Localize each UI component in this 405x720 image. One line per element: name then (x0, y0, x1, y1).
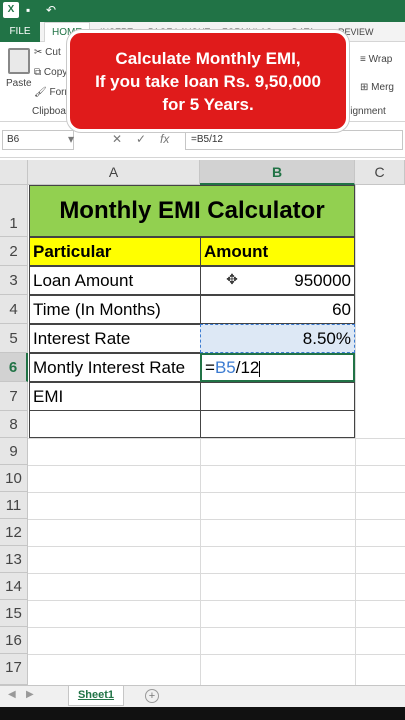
row-header[interactable]: 10 (0, 465, 28, 492)
status-bar (0, 707, 405, 720)
active-cell-b6[interactable]: =B5/12 (200, 353, 355, 382)
row-header[interactable]: 4 (0, 295, 28, 324)
row-header[interactable]: 8 (0, 411, 28, 438)
save-icon[interactable]: ▪ (26, 3, 30, 17)
empty-cell[interactable] (200, 410, 355, 438)
emi-banner: Calculate Monthly EMI, If you take loan … (67, 30, 349, 132)
loan-amount-label-cell[interactable]: Loan Amount (29, 266, 201, 295)
row-header[interactable]: 11 (0, 492, 28, 519)
row-header[interactable]: 15 (0, 600, 28, 627)
wrap-text-button[interactable]: ≡ Wrap (360, 54, 392, 65)
empty-cell[interactable] (29, 410, 201, 438)
cancel-icon[interactable]: ✕ (112, 132, 122, 146)
gridline (28, 573, 405, 574)
formula-rest: /12 (235, 358, 260, 377)
row-header-selected[interactable]: 6 (0, 353, 28, 382)
next-sheet-icon[interactable]: ▶ (26, 689, 34, 700)
column-header-b[interactable]: B (200, 160, 355, 185)
alignment-group-label: lignment (348, 106, 386, 117)
column-header-c[interactable]: C (355, 160, 405, 185)
cut-button[interactable]: ✂ Cut (34, 47, 61, 58)
add-sheet-icon[interactable]: + (145, 689, 159, 703)
column-header-a[interactable]: A (28, 160, 200, 185)
monthly-rate-label-cell[interactable]: Montly Interest Rate (29, 353, 201, 382)
name-box-dropdown-icon[interactable]: ▾ (68, 132, 74, 146)
header-cell-amount[interactable]: Amount (200, 237, 355, 266)
undo-icon[interactable]: ↶ (46, 3, 56, 17)
copy-label: Copy (43, 67, 68, 78)
banner-line-3: for 5 Years. (162, 95, 254, 114)
text-cursor (259, 360, 261, 377)
row-header[interactable]: 17 (0, 654, 28, 685)
sheet-tab-sheet1[interactable]: Sheet1 (68, 686, 124, 706)
name-box[interactable]: B6 (2, 130, 74, 150)
gridline (28, 627, 405, 628)
banner-line-1: Calculate Monthly EMI, (115, 49, 301, 68)
banner-line-2: If you take loan Rs. 9,50,000 (95, 72, 321, 91)
row-header[interactable]: 9 (0, 438, 28, 465)
row-header[interactable]: 14 (0, 573, 28, 600)
gridline (28, 465, 405, 466)
gridline (355, 185, 356, 685)
mouse-cursor-icon: ✥ (226, 271, 238, 287)
row-header[interactable]: 2 (0, 237, 28, 266)
gridline (28, 519, 405, 520)
formula-input[interactable]: =B5/12 (185, 130, 403, 150)
header-cell-particular[interactable]: Particular (29, 237, 201, 266)
insert-function-icon[interactable]: fx (160, 132, 169, 146)
wrap-text-label: Wrap (368, 54, 393, 65)
emi-label-cell[interactable]: EMI (29, 382, 201, 411)
gridline (28, 546, 405, 547)
row-header[interactable]: 16 (0, 627, 28, 654)
rate-label-cell[interactable]: Interest Rate (29, 324, 201, 353)
title-cell[interactable]: Monthly EMI Calculator (29, 185, 355, 237)
sheet-tab-bar: ◀ ▶ Sheet1 + (0, 685, 405, 707)
tab-file[interactable]: FILE (0, 22, 40, 42)
copy-button[interactable]: ⧉ Copy (34, 67, 67, 78)
rate-value-cell-referenced[interactable]: 8.50% (200, 324, 355, 353)
merge-button[interactable]: ⊞ Merg (360, 82, 394, 93)
select-all-corner[interactable] (0, 160, 28, 185)
title-bar: X ▪ ↶ (0, 0, 405, 22)
prev-sheet-icon[interactable]: ◀ (8, 689, 16, 700)
merge-label: Merg (371, 82, 394, 93)
gridline (28, 654, 405, 655)
row-header[interactable]: 12 (0, 519, 28, 546)
row-header[interactable]: 3 (0, 266, 28, 295)
row-header[interactable]: 1 (0, 185, 28, 237)
paste-icon[interactable] (8, 48, 30, 74)
cut-label: Cut (45, 47, 61, 58)
row-header[interactable]: 13 (0, 546, 28, 573)
gridline (28, 600, 405, 601)
paste-button[interactable]: Paste (6, 78, 32, 89)
row-header[interactable]: 5 (0, 324, 28, 353)
emi-value-cell[interactable] (200, 382, 355, 411)
gridline (28, 492, 405, 493)
time-value-cell[interactable]: 60 (200, 295, 355, 324)
enter-icon[interactable]: ✓ (136, 132, 146, 146)
excel-logo-icon[interactable]: X (3, 2, 19, 18)
formula-equals: = (205, 358, 215, 377)
gridline (28, 438, 405, 439)
time-label-cell[interactable]: Time (In Months) (29, 295, 201, 324)
formula-reference: B5 (214, 358, 236, 377)
row-header[interactable]: 7 (0, 382, 28, 411)
